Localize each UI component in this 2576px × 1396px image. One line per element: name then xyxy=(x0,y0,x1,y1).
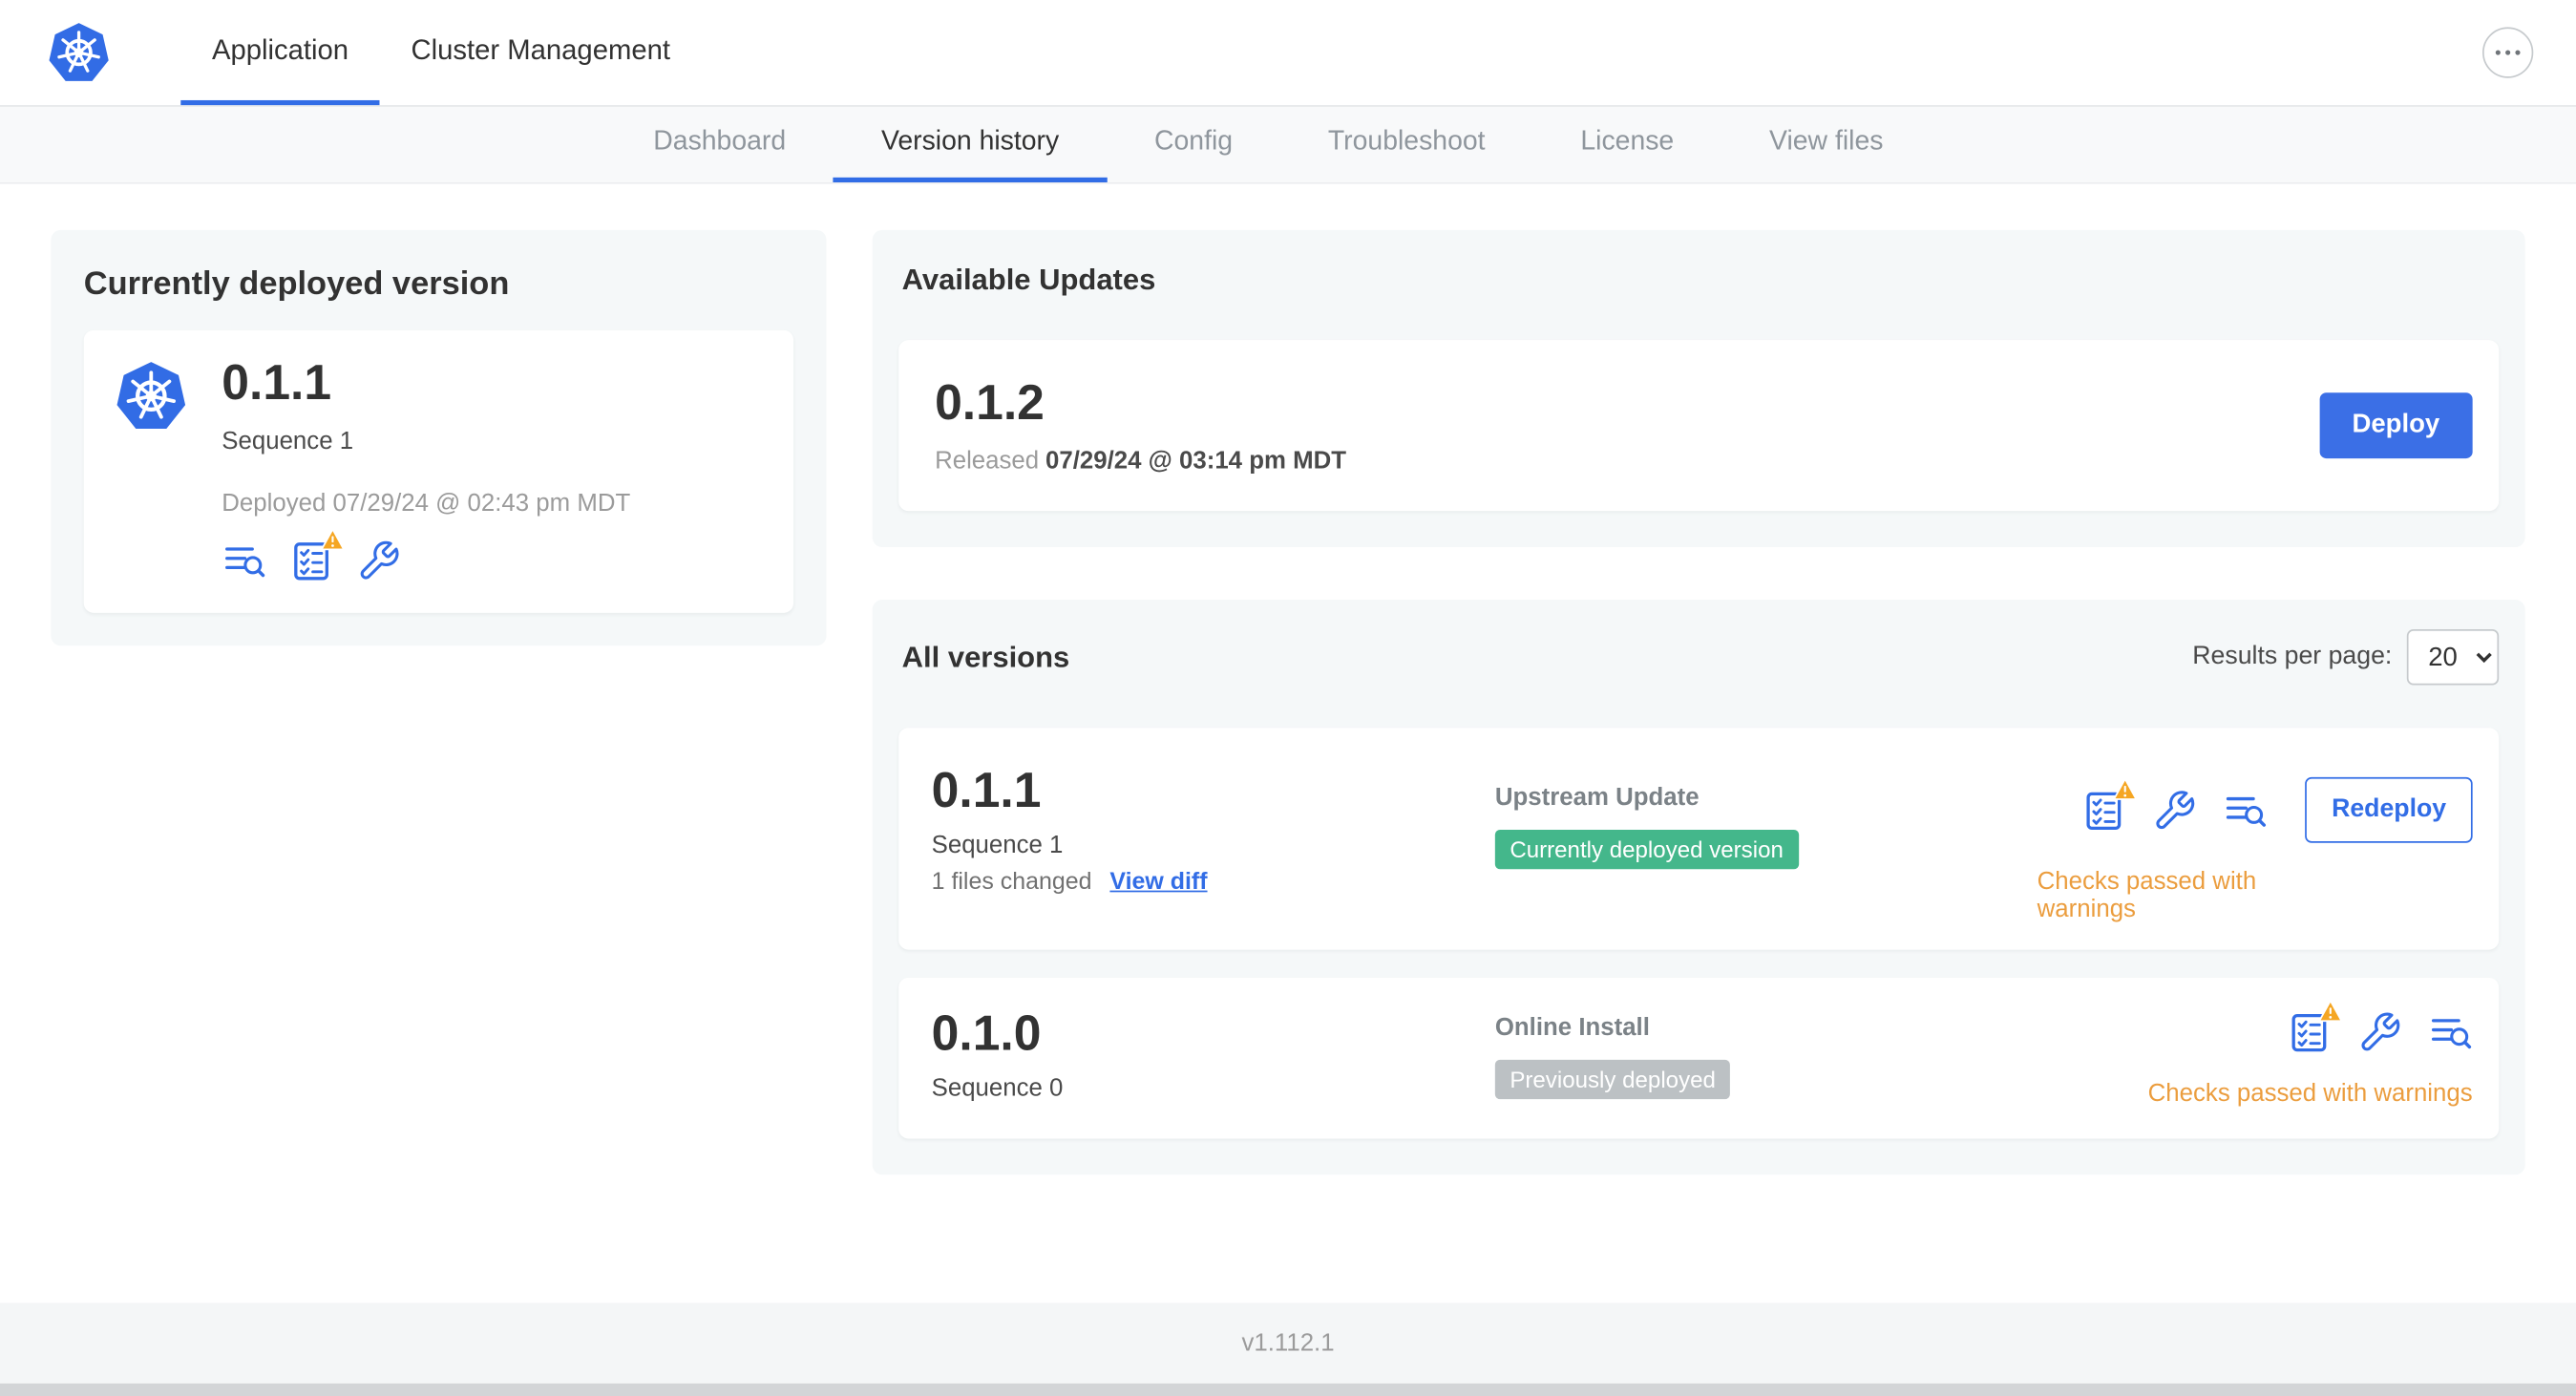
available-update-row: 0.1.2 Released 07/29/24 @ 03:14 pm MDT De… xyxy=(898,340,2500,512)
page-footer: v1.112.1 xyxy=(0,1302,2576,1384)
version-row-source: Upstream Update Currently deployed versi… xyxy=(1494,783,2038,923)
app-version-text: v1.112.1 xyxy=(1241,1329,1335,1358)
current-version-sequence: Sequence 1 xyxy=(222,427,354,455)
released-label: Released xyxy=(935,447,1040,476)
tab-cluster-management[interactable]: Cluster Management xyxy=(380,0,702,105)
release-notes-icon[interactable] xyxy=(2224,788,2268,832)
files-changed-line: 1 files changed View diff xyxy=(932,869,1495,896)
source-label: Online Install xyxy=(1494,1013,1650,1042)
update-version-number: 0.1.2 xyxy=(935,376,1045,431)
update-released-line: Released 07/29/24 @ 03:14 pm MDT xyxy=(935,447,1346,475)
tab-application[interactable]: Application xyxy=(180,0,380,106)
current-version-card: Currently deployed version 0.1.1 Sequenc… xyxy=(51,229,827,646)
app-root: Application Cluster Management Dashboard… xyxy=(0,0,2576,1396)
current-version-title: Currently deployed version xyxy=(83,265,510,303)
version-row-source: Online Install Previously deployed xyxy=(1494,1013,2038,1112)
config-wrench-icon[interactable] xyxy=(2357,1010,2401,1054)
top-tabs: Application Cluster Management xyxy=(180,0,702,106)
subnav-item-version-history[interactable]: Version history xyxy=(834,107,1108,182)
checks-status-text: Checks passed with warnings xyxy=(2147,1079,2473,1108)
version-sequence: Sequence 1 xyxy=(931,831,1064,859)
source-label: Upstream Update xyxy=(1494,783,1700,813)
version-row-info: 0.1.0 Sequence 0 xyxy=(932,1007,1495,1112)
version-number: 0.1.1 xyxy=(931,764,1042,818)
preflight-checks-icon[interactable] xyxy=(2287,1010,2331,1054)
results-per-page: Results per page: 20 xyxy=(2192,629,2500,686)
redeploy-button[interactable]: Redeploy xyxy=(2305,776,2473,843)
release-notes-icon[interactable] xyxy=(222,539,265,582)
top-nav: Application Cluster Management xyxy=(0,0,2576,107)
more-menu-button[interactable] xyxy=(2481,27,2534,78)
current-version-number: 0.1.1 xyxy=(222,356,332,412)
subnav-item-view-files[interactable]: View files xyxy=(1721,107,1931,182)
results-per-page-select[interactable]: 20 xyxy=(2406,629,2500,686)
config-wrench-icon[interactable] xyxy=(2153,788,2197,832)
app-logo-icon xyxy=(114,356,189,582)
version-row: 0.1.1 Sequence 1 1 files changed View di… xyxy=(898,728,2500,950)
subnav-item-troubleshoot[interactable]: Troubleshoot xyxy=(1280,107,1532,182)
version-number: 0.1.0 xyxy=(931,1006,1042,1062)
kubernetes-logo-icon xyxy=(46,0,112,105)
subnav-item-license[interactable]: License xyxy=(1532,107,1721,182)
bottom-edge-bar xyxy=(0,1383,2576,1396)
version-row-actions: Redeploy Checks passed with warnings xyxy=(2037,776,2473,924)
results-per-page-label: Results per page: xyxy=(2192,642,2393,671)
subnav-item-dashboard[interactable]: Dashboard xyxy=(605,107,834,182)
warning-triangle-icon xyxy=(2318,999,2343,1024)
available-updates-title: Available Updates xyxy=(901,263,1156,296)
ellipsis-icon xyxy=(2495,50,2502,55)
current-version-actions xyxy=(222,539,630,582)
current-version-detail: 0.1.1 Sequence 1 Deployed 07/29/24 @ 02:… xyxy=(83,329,794,613)
warning-triangle-icon xyxy=(321,527,346,552)
checks-status-text: Checks passed with warnings xyxy=(2037,867,2257,924)
all-versions-header: All versions Results per page: 20 xyxy=(898,629,2500,686)
files-changed-text: 1 files changed xyxy=(931,869,1092,896)
released-date: 07/29/24 @ 03:14 pm MDT xyxy=(1045,447,1347,476)
version-row-actions: Checks passed with warnings xyxy=(2038,1010,2473,1112)
release-notes-icon[interactable] xyxy=(2428,1010,2472,1054)
main-content: Currently deployed version 0.1.1 Sequenc… xyxy=(0,183,2576,1396)
config-wrench-icon[interactable] xyxy=(356,539,400,582)
current-version-info: 0.1.1 Sequence 1 Deployed 07/29/24 @ 02:… xyxy=(222,356,630,582)
preflight-checks-icon[interactable] xyxy=(2082,788,2126,832)
available-updates-card: Available Updates 0.1.2 Released 07/29/24… xyxy=(872,229,2525,547)
version-row-info: 0.1.1 Sequence 1 1 files changed View di… xyxy=(932,764,1495,923)
available-update-info: 0.1.2 Released 07/29/24 @ 03:14 pm MDT xyxy=(935,376,1346,475)
warning-triangle-icon xyxy=(2113,776,2138,801)
all-versions-title: All versions xyxy=(901,640,1070,673)
deployed-status-badge: Currently deployed version xyxy=(1494,829,1799,870)
subnav-item-config[interactable]: Config xyxy=(1107,107,1280,182)
all-versions-card: All versions Results per page: 20 0.1.1 … xyxy=(872,600,2525,1175)
preflight-checks-icon[interactable] xyxy=(289,539,333,582)
deploy-button[interactable]: Deploy xyxy=(2319,392,2473,459)
current-version-deployed-at: Deployed 07/29/24 @ 02:43 pm MDT xyxy=(222,489,631,518)
subnav-items: Dashboard Version history Config Trouble… xyxy=(605,107,1931,182)
deployed-status-badge: Previously deployed xyxy=(1494,1059,1731,1100)
version-sequence: Sequence 0 xyxy=(931,1074,1064,1103)
version-row: 0.1.0 Sequence 0 Online Install Previous… xyxy=(898,977,2500,1139)
view-diff-link[interactable]: View diff xyxy=(1109,869,1207,896)
app-subnav: Dashboard Version history Config Trouble… xyxy=(0,106,2576,184)
